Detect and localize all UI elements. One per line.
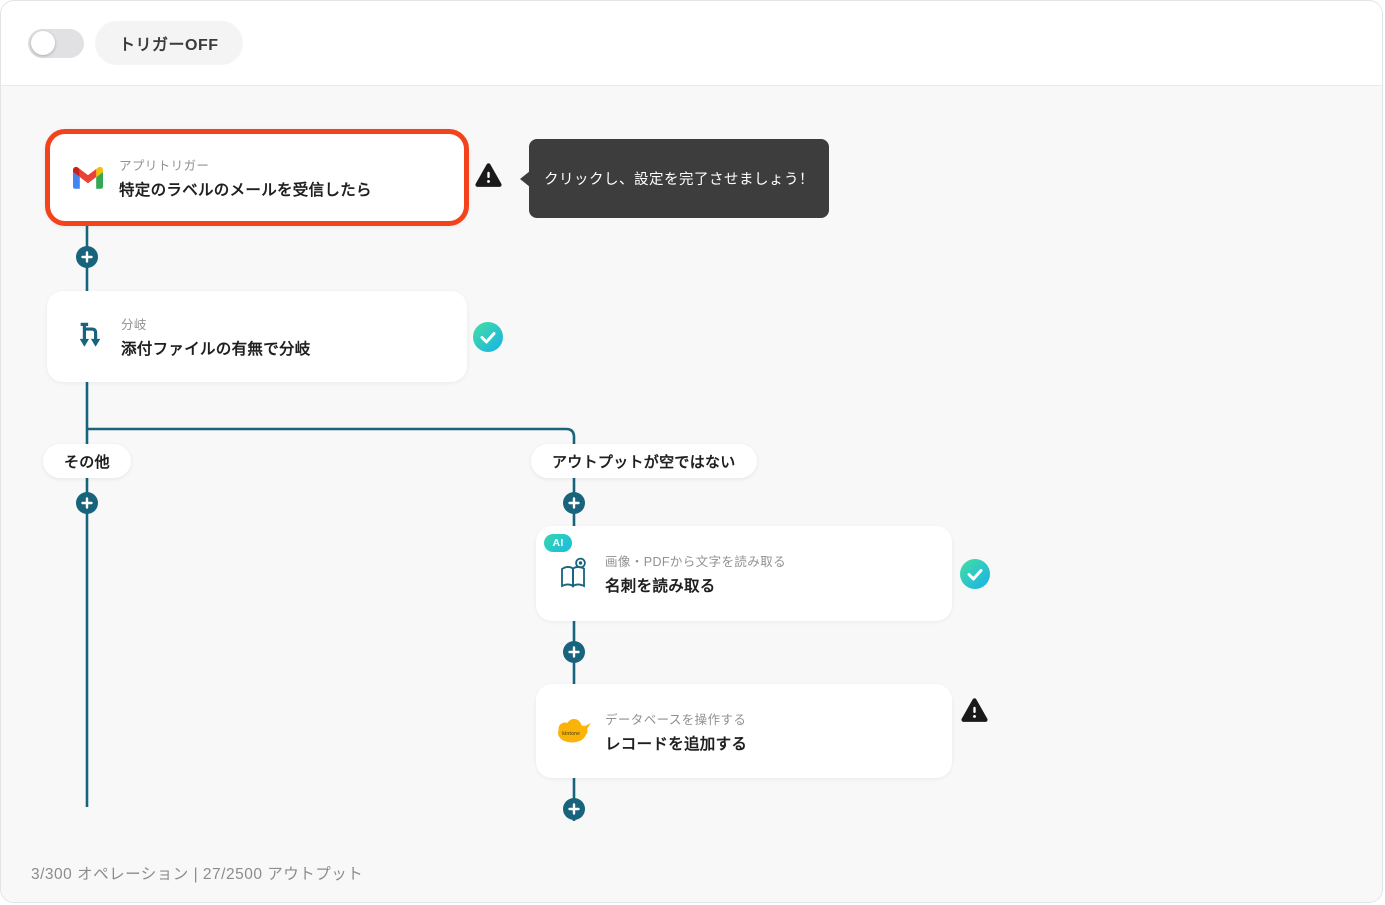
node-title: 特定のラベルのメールを受信したら: [119, 182, 372, 199]
workflow-editor-page: トリガーOFF アプリトリガー 特定のラベルのメールを受信したら クリックし、設…: [0, 0, 1383, 903]
kintone-icon: kintone: [555, 714, 593, 748]
branch-label-output-not-empty: アウトプットが空ではない: [531, 444, 757, 478]
branch-icon: [75, 321, 105, 352]
node-title: レコードを追加する: [605, 735, 748, 753]
ocr-book-icon: [557, 555, 593, 593]
node-type-label: アプリトリガー: [119, 159, 210, 173]
gmail-icon: [73, 166, 103, 189]
add-step-button[interactable]: [563, 798, 585, 820]
node-ocr[interactable]: AI 画像・PDFから文字を読み取る 名刺を読み取る: [536, 526, 952, 621]
add-step-button[interactable]: [563, 492, 585, 514]
check-icon: [473, 322, 503, 352]
workflow-canvas: アプリトリガー 特定のラベルのメールを受信したら クリックし、設定を完了させまし…: [1, 86, 1382, 902]
add-step-button[interactable]: [76, 246, 98, 268]
node-type-label: 画像・PDFから文字を読み取る: [605, 555, 787, 569]
tooltip-arrow: [520, 170, 530, 187]
node-kintone[interactable]: kintone データベースを操作する レコードを追加する: [536, 684, 952, 778]
branch-label-other: その他: [43, 444, 131, 478]
add-step-button[interactable]: [76, 492, 98, 514]
check-icon: [960, 559, 990, 589]
ai-badge: AI: [544, 534, 572, 552]
tooltip-text: クリックし、設定を完了させましょう！: [544, 172, 814, 188]
warning-icon: [475, 162, 502, 194]
svg-text:kintone: kintone: [562, 731, 580, 737]
node-type-label: 分岐: [121, 318, 147, 332]
add-step-button[interactable]: [563, 641, 585, 663]
warning-icon: [961, 697, 988, 729]
header-bar: トリガーOFF: [1, 1, 1382, 86]
setup-tooltip: クリックし、設定を完了させましょう！: [520, 139, 829, 218]
usage-status: 3/300 オペレーション | 27/2500 アウトプット: [31, 866, 364, 883]
trigger-status-label: トリガーOFF: [95, 21, 243, 65]
trigger-toggle[interactable]: [28, 28, 84, 58]
node-app-trigger[interactable]: アプリトリガー 特定のラベルのメールを受信したら: [45, 129, 469, 226]
node-title: 添付ファイルの有無で分岐: [121, 341, 311, 358]
node-branch[interactable]: 分岐 添付ファイルの有無で分岐: [47, 291, 467, 382]
node-type-label: データベースを操作する: [605, 712, 747, 727]
node-title: 名刺を読み取る: [605, 578, 716, 595]
toggle-knob: [31, 31, 55, 55]
